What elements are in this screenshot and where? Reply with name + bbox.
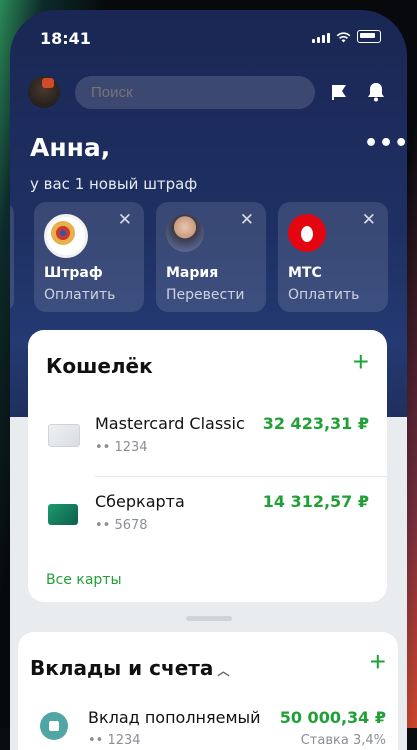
battery-icon — [357, 30, 381, 43]
status-bar: 18:41 — [10, 10, 407, 60]
wallet-card-row[interactable]: Сберкарта •• 5678 14 312,57 ₽ — [28, 488, 387, 558]
deposits-title-label: Вклады и счета — [30, 656, 214, 680]
add-card-button[interactable]: + — [353, 348, 369, 376]
drag-handle[interactable] — [186, 616, 232, 621]
wallet-card: Кошелёк + Mastercard Classic •• 1234 32 … — [28, 330, 387, 602]
more-icon[interactable]: ••• — [364, 131, 407, 156]
mts-logo-icon — [288, 214, 326, 252]
app-screen: 18:41 Анна, ••• у вас 1 новый штраф — [10, 10, 407, 750]
card-balance: 32 423,31 ₽ — [262, 414, 369, 433]
close-icon[interactable]: ✕ — [362, 210, 376, 230]
wifi-icon — [336, 32, 351, 43]
card-number: •• 1234 — [95, 440, 148, 455]
mastercard-thumbnail-icon — [48, 424, 80, 447]
story-title: МТС — [288, 265, 322, 281]
deposit-number: •• 1234 — [88, 733, 141, 748]
card-name: Сберкарта — [95, 492, 185, 511]
cellular-signal-icon — [312, 33, 330, 43]
deposits-title[interactable]: Вклады и счета ︿ — [30, 656, 229, 680]
status-icons — [312, 30, 381, 43]
story-fine[interactable] — [10, 202, 14, 312]
story-subtitle: Перевести — [166, 287, 245, 303]
deposits-card: Вклады и счета ︿ + Вклад пополняемый •• 1… — [18, 632, 398, 750]
emblem-icon — [44, 214, 88, 258]
story-mts[interactable]: ✕ МТС Оплатить — [278, 202, 388, 312]
flag-icon[interactable] — [330, 83, 348, 101]
top-bar — [28, 72, 390, 112]
deposit-icon — [40, 712, 68, 740]
story-subtitle: Оплатить — [288, 287, 360, 303]
story-subtitle: Оплатить — [44, 287, 116, 303]
story-fine[interactable]: ✕ Штраф Оплатить — [34, 202, 144, 312]
chevron-up-icon: ︿ — [217, 664, 230, 678]
all-cards-link[interactable]: Все карты — [46, 572, 122, 588]
close-icon[interactable]: ✕ — [240, 210, 254, 230]
card-balance: 14 312,57 ₽ — [262, 492, 369, 511]
close-icon[interactable]: ✕ — [118, 210, 132, 230]
profile-avatar[interactable] — [28, 76, 60, 108]
greeting-subtitle: у вас 1 новый штраф — [30, 175, 198, 193]
deposit-amount: 50 000,34 ₽ — [279, 708, 386, 727]
divider — [95, 476, 387, 477]
status-time: 18:41 — [40, 29, 91, 48]
sbercard-thumbnail-icon — [48, 504, 78, 525]
search-input[interactable] — [75, 76, 315, 109]
card-number: •• 5678 — [95, 518, 148, 533]
wallet-title: Кошелёк — [46, 354, 153, 378]
deposit-name: Вклад пополняемый — [88, 708, 261, 727]
story-title: Мария — [166, 265, 219, 281]
add-deposit-button[interactable]: + — [370, 648, 386, 676]
stories-row: ✕ Штраф Оплатить ✕ Мария Перевести ✕ МТС… — [10, 202, 407, 314]
bell-icon[interactable] — [366, 81, 386, 102]
wallet-card-row[interactable]: Mastercard Classic •• 1234 32 423,31 ₽ — [28, 410, 387, 480]
story-maria[interactable]: ✕ Мария Перевести — [156, 202, 266, 312]
card-name: Mastercard Classic — [95, 414, 245, 433]
greeting-title: Анна, — [30, 133, 111, 162]
deposit-rate: Ставка 3,4% — [300, 733, 386, 748]
story-title: Штраф — [44, 265, 103, 281]
contact-avatar — [166, 214, 204, 252]
